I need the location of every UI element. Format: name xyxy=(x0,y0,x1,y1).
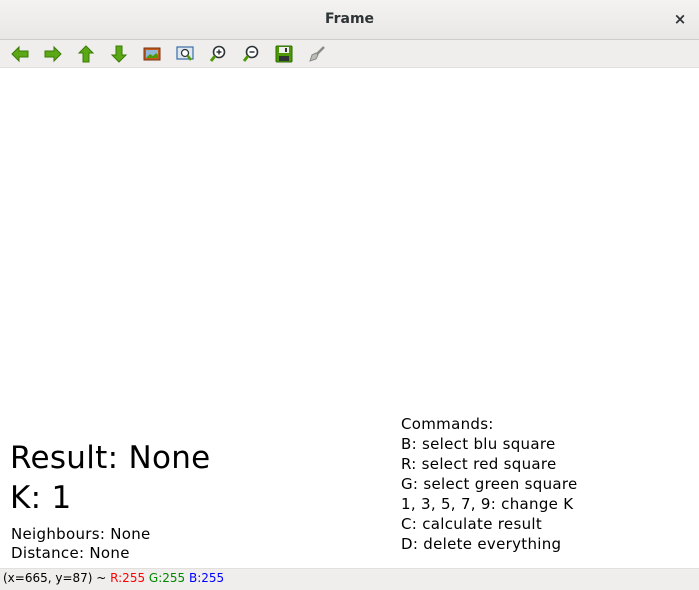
zoom-out-button[interactable] xyxy=(241,44,261,64)
pan-down-button[interactable] xyxy=(109,44,129,64)
command-line: G: select green square xyxy=(401,475,578,493)
red-value: R:255 xyxy=(110,571,146,585)
brush-icon xyxy=(309,46,325,62)
title-bar[interactable]: Frame × xyxy=(0,0,699,40)
green-value: G:255 xyxy=(148,571,186,585)
zoom-fit-icon xyxy=(176,46,194,61)
image-canvas[interactable]: Result: None K: 1 Neighbours: None Dista… xyxy=(0,68,699,568)
zoom-in-icon xyxy=(209,45,226,62)
arrow-right-icon xyxy=(44,45,62,63)
zoom-original-button[interactable] xyxy=(142,44,162,64)
status-bar: (x=665, y=87) ~ R:255 G:255 B:255 xyxy=(0,568,699,590)
arrow-up-icon xyxy=(77,45,95,63)
command-line: D: delete everything xyxy=(401,535,562,553)
toolbar xyxy=(0,40,699,68)
blue-value: B:255 xyxy=(189,571,225,585)
zoom-fit-button[interactable] xyxy=(175,44,195,64)
properties-button[interactable] xyxy=(307,44,327,64)
app-window: Frame × Result: None K: 1 Neighbours: No… xyxy=(0,0,699,590)
save-icon xyxy=(275,45,293,63)
pan-left-button[interactable] xyxy=(10,44,30,64)
command-line: R: select red square xyxy=(401,455,557,473)
command-line: 1, 3, 5, 7, 9: change K xyxy=(401,495,574,513)
image-icon xyxy=(143,47,161,61)
k-text: K: 1 xyxy=(10,480,72,516)
arrow-left-icon xyxy=(11,45,29,63)
status-readout: (x=665, y=87) ~ R:255 G:255 B:255 xyxy=(3,571,224,585)
distance-text: Distance: None xyxy=(11,544,130,562)
command-line: C: calculate result xyxy=(401,515,543,533)
result-text: Result: None xyxy=(10,440,211,476)
neighbours-text: Neighbours: None xyxy=(11,525,151,543)
commands-title: Commands: xyxy=(401,415,494,433)
window-title: Frame xyxy=(324,11,375,27)
zoom-out-icon xyxy=(242,45,259,62)
save-button[interactable] xyxy=(274,44,294,64)
command-line: B: select blu square xyxy=(401,435,556,453)
pan-right-button[interactable] xyxy=(43,44,63,64)
pan-up-button[interactable] xyxy=(76,44,96,64)
zoom-in-button[interactable] xyxy=(208,44,228,64)
arrow-down-icon xyxy=(110,45,128,63)
close-button[interactable]: × xyxy=(671,10,689,28)
cursor-position: (x=665, y=87) ~ xyxy=(3,571,111,585)
